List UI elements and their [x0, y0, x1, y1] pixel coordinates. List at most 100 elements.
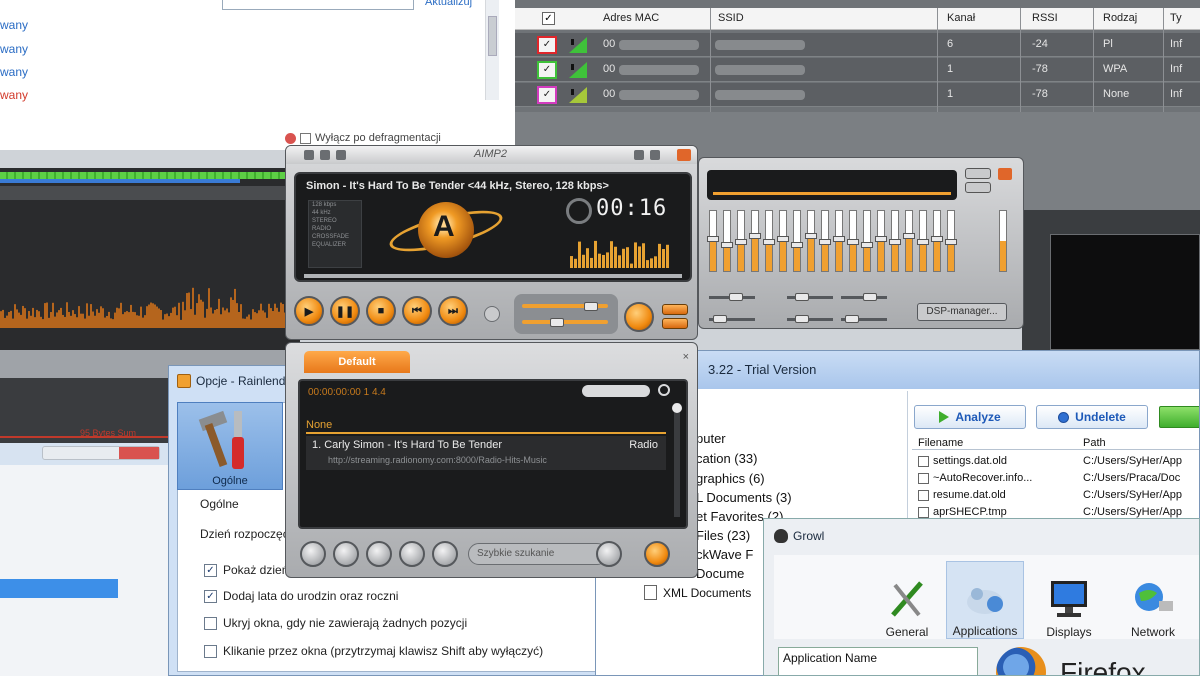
eq-band-slider[interactable] — [931, 210, 943, 272]
speed-slider[interactable] — [787, 293, 833, 301]
column-header[interactable]: Application Name — [783, 651, 877, 665]
close-icon[interactable] — [677, 149, 691, 161]
eq-band-slider[interactable] — [805, 210, 817, 272]
slider-knob[interactable] — [917, 239, 929, 245]
select-button[interactable] — [366, 541, 392, 567]
undelete-button[interactable]: Undelete — [1036, 405, 1148, 429]
playlist-toggle-button[interactable] — [624, 302, 654, 332]
checkbox[interactable]: ✓ — [204, 589, 217, 603]
eq-band-slider[interactable] — [889, 210, 901, 272]
list-item[interactable]: wany — [0, 88, 28, 102]
slider-knob[interactable] — [584, 302, 598, 311]
slider-knob[interactable] — [847, 239, 859, 245]
preamp-slider[interactable] — [999, 210, 1007, 272]
checkbox[interactable] — [204, 616, 217, 630]
tree-item[interactable]: Docume — [696, 566, 744, 581]
application-list[interactable]: Application Name — [778, 647, 978, 675]
remove-button[interactable] — [333, 541, 359, 567]
menu-button[interactable] — [304, 150, 314, 160]
tray-button[interactable] — [650, 150, 660, 160]
checkbox[interactable] — [918, 472, 929, 484]
time-display[interactable]: 00:16 — [596, 196, 667, 221]
reverb-slider[interactable] — [787, 315, 833, 323]
eq-band-slider[interactable] — [903, 210, 915, 272]
slider-knob[interactable] — [763, 239, 775, 245]
tree-item[interactable]: ckWave F — [696, 547, 753, 562]
slider-knob[interactable] — [903, 233, 915, 240]
option-show-day[interactable]: ✓ Pokaż dzień — [204, 563, 288, 577]
selected-item[interactable] — [0, 579, 118, 598]
scroll-thumb[interactable] — [672, 403, 682, 413]
eq-on-button[interactable] — [965, 168, 991, 179]
eq-band-slider[interactable] — [777, 210, 789, 272]
column-header[interactable]: Rodzaj — [1103, 12, 1137, 24]
column-header[interactable]: Filename — [918, 437, 963, 449]
playlist-scrollbar[interactable] — [672, 403, 682, 517]
next-button[interactable]: ⏭ — [438, 296, 468, 326]
analyze-button[interactable]: Analyze — [914, 405, 1026, 429]
gear-icon[interactable] — [658, 384, 670, 396]
slider-knob[interactable] — [550, 318, 564, 327]
column-header[interactable]: RSSI — [1032, 12, 1058, 24]
checkbox[interactable] — [918, 455, 929, 467]
playlist-action-button[interactable] — [644, 541, 670, 567]
tree-item[interactable]: L Documents (3) — [696, 490, 792, 505]
slider-knob[interactable] — [845, 315, 859, 323]
eq-band-slider[interactable] — [791, 210, 803, 272]
checkbox[interactable] — [918, 489, 929, 501]
table-row[interactable]: aprSHECP.tmp — [918, 506, 1007, 518]
slider-knob[interactable] — [721, 241, 733, 248]
eq-band-slider[interactable] — [721, 210, 733, 272]
slider-knob[interactable] — [833, 236, 845, 243]
slider-knob[interactable] — [861, 241, 873, 248]
column-header[interactable]: Ty — [1170, 12, 1182, 24]
previous-button[interactable]: ⏮ — [402, 296, 432, 326]
add-button[interactable] — [300, 541, 326, 567]
tab-displays[interactable]: Displays — [1030, 561, 1108, 639]
open-button[interactable] — [484, 306, 500, 322]
slider-knob[interactable] — [795, 293, 809, 301]
slider-knob[interactable] — [819, 239, 831, 245]
slider-knob[interactable] — [729, 293, 743, 301]
eq-band-slider[interactable] — [861, 210, 873, 272]
slider-knob[interactable] — [889, 239, 901, 245]
dsp-manager-button[interactable]: DSP-manager... — [917, 303, 1007, 321]
eq-band-slider[interactable] — [819, 210, 831, 272]
tab-default[interactable]: Default — [304, 351, 410, 373]
tree-item[interactable]: Files (23) — [696, 528, 750, 543]
play-button[interactable]: ▶ — [294, 296, 324, 326]
search-input[interactable]: Szybkie szukanie — [468, 543, 608, 565]
table-row[interactable]: ✓ 00 6 -24 Pl Inf — [515, 33, 1200, 57]
option-add-years[interactable]: ✓ Dodaj lata do urodzin oraz roczni — [204, 589, 398, 603]
minimize-mode-button[interactable] — [320, 150, 330, 160]
slider-knob[interactable] — [795, 315, 809, 323]
echo-slider[interactable] — [709, 315, 755, 323]
tab-network[interactable]: Network — [1114, 561, 1192, 639]
eq-band-slider[interactable] — [847, 210, 859, 272]
tempo-slider[interactable] — [841, 293, 887, 301]
slider-knob[interactable] — [863, 293, 877, 301]
slider-knob[interactable] — [713, 315, 727, 323]
equalizer-toggle-button[interactable] — [662, 304, 688, 315]
top-left-scrollbar[interactable] — [485, 0, 499, 100]
list-item[interactable]: wany — [0, 65, 28, 79]
update-link[interactable]: Aktualizuj — [425, 0, 472, 8]
tree-item[interactable]: graphics (6) — [696, 471, 765, 486]
eq-band-slider[interactable] — [875, 210, 887, 272]
playlist-menu-button[interactable] — [582, 385, 650, 397]
list-item[interactable]: wany — [0, 42, 28, 56]
top-left-input[interactable] — [222, 0, 414, 10]
eq-preset-button[interactable] — [965, 182, 991, 193]
minimize-button[interactable] — [634, 150, 644, 160]
slider-knob[interactable] — [777, 236, 789, 243]
slider-knob[interactable] — [805, 233, 817, 240]
search-button[interactable] — [596, 541, 622, 567]
scroll-thumb[interactable] — [488, 16, 497, 56]
option-click-through[interactable]: Klikanie przez okna (przytrzymaj klawisz… — [204, 644, 543, 658]
column-header[interactable]: SSID — [718, 12, 744, 24]
repeat-button[interactable] — [662, 318, 688, 329]
option-hide-windows[interactable]: Ukryj okna, gdy nie zawierają żadnych po… — [204, 616, 467, 630]
eq-band-slider[interactable] — [735, 210, 747, 272]
pause-button[interactable]: ❚❚ — [330, 296, 360, 326]
seek-bar[interactable] — [304, 274, 682, 278]
